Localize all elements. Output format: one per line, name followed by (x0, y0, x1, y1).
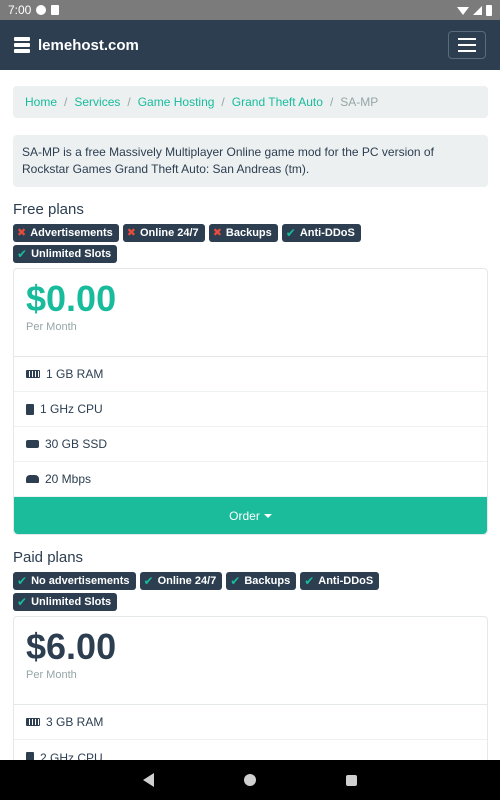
feature-badge: ✔ Anti-DDoS (281, 224, 361, 242)
check-icon: ✔ (17, 595, 28, 609)
game-description: SA-MP is a free Massively Multiplayer On… (13, 135, 488, 187)
feature-badge: ✔ No advertisements (13, 572, 136, 590)
sd-card-icon (51, 5, 60, 15)
spec-ram: 3 GB RAM (14, 705, 487, 740)
breadcrumb-services[interactable]: Services (74, 95, 120, 109)
hdd-icon (26, 440, 39, 448)
status-time: 7:00 (8, 3, 32, 17)
spec-cpu: 1 GHz CPU (14, 392, 487, 427)
memory-icon (26, 370, 40, 378)
cpu-icon (26, 403, 34, 415)
breadcrumb-gta[interactable]: Grand Theft Auto (232, 95, 323, 109)
feature-badge: ✔ Unlimited Slots (13, 593, 118, 611)
feature-badge: ✖ Backups (208, 224, 278, 242)
feature-badge: ✔ Backups (226, 572, 297, 590)
network-icon (26, 475, 39, 483)
cross-icon: ✖ (17, 227, 27, 239)
paid-plans-heading: Paid plans (13, 549, 84, 566)
feature-badge: ✔ Unlimited Slots (13, 245, 118, 263)
memory-icon (26, 718, 40, 726)
breadcrumb-current: SA-MP (340, 95, 379, 109)
price-block: $0.00 Per Month (14, 269, 487, 357)
check-icon: ✔ (285, 226, 296, 240)
free-feature-badges: ✖ Advertisements ✖ Online 24/7 ✖ Backups ✔ A… (13, 224, 433, 263)
android-status-bar: 7:00 (0, 0, 500, 20)
home-icon[interactable] (244, 774, 256, 786)
caret-down-icon (263, 513, 272, 518)
free-plans-heading: Free plans (13, 201, 84, 218)
breadcrumb-game-hosting[interactable]: Game Hosting (138, 95, 215, 109)
recent-apps-icon[interactable] (346, 774, 357, 786)
brand-name: lemehost.com (38, 36, 139, 54)
cross-icon: ✖ (126, 227, 136, 239)
check-icon: ✔ (17, 574, 28, 588)
server-icon (14, 37, 30, 53)
feature-badge: ✖ Advertisements (13, 224, 119, 242)
free-plan-card: $0.00 Per Month 1 GB RAM 1 GHz CPU 30 GB… (13, 268, 488, 535)
price-period: Per Month (26, 321, 77, 333)
spec-ram: 1 GB RAM (14, 357, 487, 392)
plan-price: $6.00 (26, 626, 117, 667)
check-icon: ✔ (143, 574, 154, 588)
price-period: Per Month (26, 669, 77, 681)
paid-feature-badges: ✔ No advertisements ✔ Online 24/7 ✔ Backups… (13, 572, 433, 611)
breadcrumb-home[interactable]: Home (25, 95, 57, 109)
battery-icon (486, 4, 492, 16)
check-icon: ✔ (17, 247, 28, 261)
cross-icon: ✖ (212, 227, 222, 239)
spec-storage: 30 GB SSD (14, 427, 487, 462)
signal-icon (473, 5, 482, 15)
plan-price: $0.00 (26, 278, 117, 319)
notification-icon (36, 5, 47, 15)
site-navbar: lemehost.com (0, 20, 500, 70)
feature-badge: ✖ Online 24/7 (122, 224, 205, 242)
hamburger-icon (458, 38, 476, 40)
price-block: $6.00 Per Month (14, 617, 487, 705)
feature-badge: ✔ Anti-DDoS (300, 572, 380, 590)
brand-link[interactable]: lemehost.com (14, 37, 139, 54)
check-icon: ✔ (230, 574, 241, 588)
wifi-icon (457, 7, 469, 15)
main-content: Home / Services / Game Hosting / Grand T… (13, 86, 488, 776)
feature-badge: ✔ Online 24/7 (139, 572, 223, 590)
menu-toggle-button[interactable] (448, 31, 486, 59)
breadcrumb: Home / Services / Game Hosting / Grand T… (13, 86, 488, 118)
paid-plan-card: $6.00 Per Month 3 GB RAM 2 GHz CPU (13, 616, 488, 776)
spec-network: 20 Mbps (14, 462, 487, 497)
android-navigation-bar (0, 760, 500, 800)
check-icon: ✔ (304, 574, 315, 588)
order-button[interactable]: Order (14, 497, 487, 534)
back-icon[interactable] (143, 773, 154, 787)
